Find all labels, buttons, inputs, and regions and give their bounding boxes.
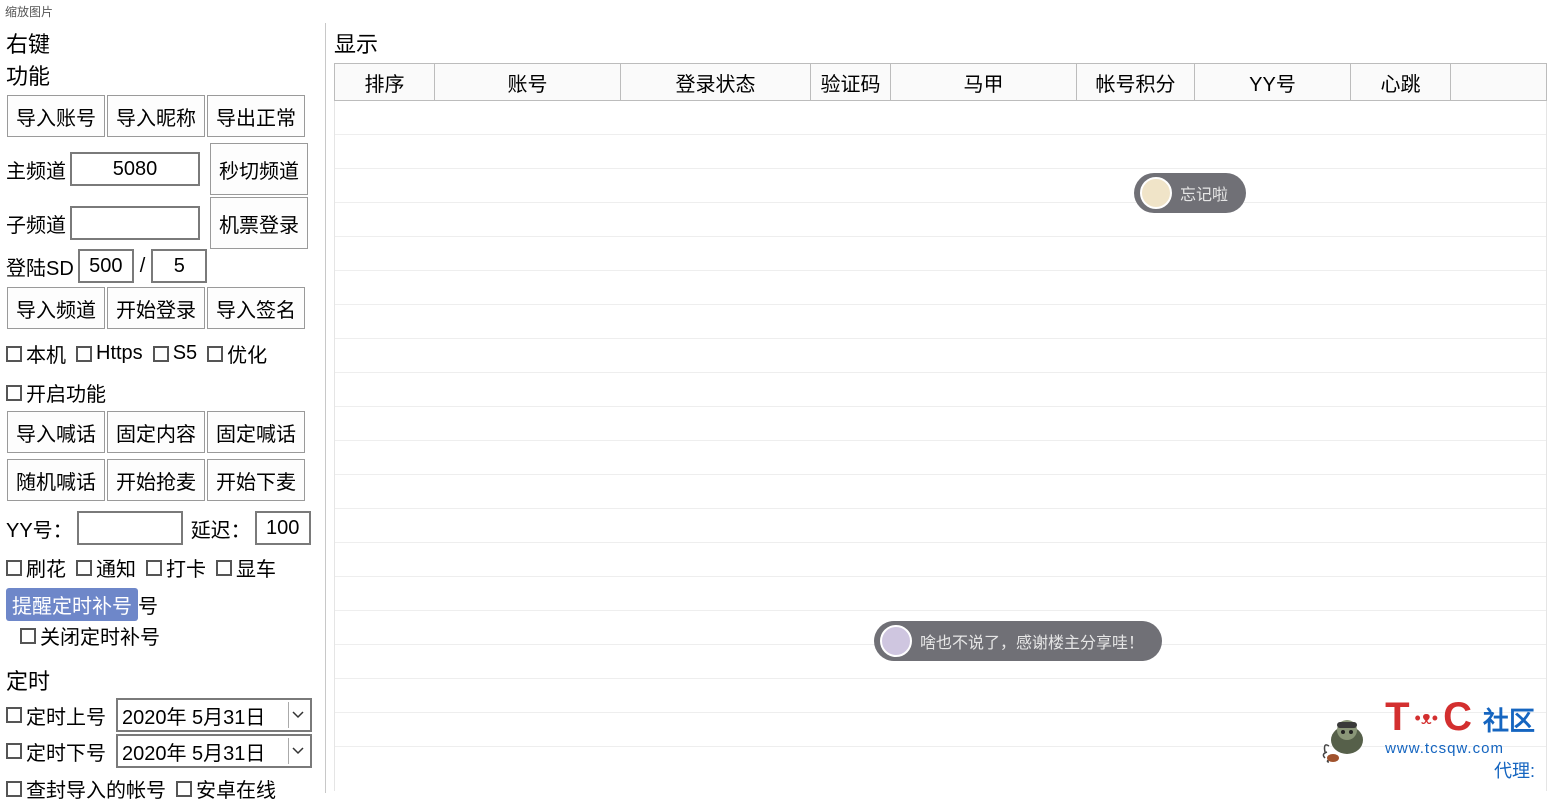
chat-bubble-2: 啥也不说了，感谢楼主分享哇！ — [874, 621, 1162, 661]
table-row — [335, 407, 1546, 441]
logo-paw-icon: •ᴥ• — [1415, 708, 1439, 728]
chk-timer-on[interactable]: 定时上号 — [6, 701, 106, 730]
yy-input[interactable] — [77, 511, 183, 545]
start-drop-mic-button[interactable]: 开始下麦 — [207, 459, 305, 501]
sub-channel-label: 子频道 — [6, 209, 66, 238]
mascot-icon — [1317, 712, 1377, 767]
fixed-shout-button[interactable]: 固定喊话 — [207, 411, 305, 453]
table-row — [335, 203, 1546, 237]
table-row — [335, 475, 1546, 509]
logo-t: T — [1385, 695, 1409, 739]
logo-url: www.tcsqw.com — [1385, 740, 1535, 757]
timer-on-date-select[interactable]: 2020年 5月31日 — [116, 698, 312, 732]
table-row — [335, 373, 1546, 407]
export-normal-button[interactable]: 导出正常 — [207, 95, 305, 137]
login-sd-input-1[interactable] — [78, 249, 134, 283]
timer-heading: 定时 — [6, 664, 319, 696]
chk-enable-function[interactable]: 开启功能 — [6, 378, 106, 407]
main-channel-label: 主频道 — [6, 155, 66, 184]
left-panel: 右键 功能 导入账号 导入昵称 导出正常 主频道 秒切频道 子频道 机票登录 登… — [0, 23, 326, 793]
import-nickname-button[interactable]: 导入昵称 — [107, 95, 205, 137]
th-sort[interactable]: 排序 — [335, 64, 435, 100]
chk-xianche[interactable]: 显车 — [216, 553, 276, 582]
import-shout-button[interactable]: 导入喊话 — [7, 411, 105, 453]
chk-close-timer-refill[interactable]: 关闭定时补号 — [20, 621, 160, 650]
timer-off-date-select[interactable]: 2020年 5月31日 — [116, 734, 312, 768]
logo-cn: 社区 — [1483, 706, 1535, 736]
main-channel-input[interactable] — [70, 152, 200, 186]
chk-daka[interactable]: 打卡 — [146, 553, 206, 582]
table-row — [335, 543, 1546, 577]
table-row — [335, 339, 1546, 373]
import-account-button[interactable]: 导入账号 — [7, 95, 105, 137]
import-channel-button[interactable]: 导入频道 — [7, 287, 105, 329]
fixed-content-button[interactable]: 固定内容 — [107, 411, 205, 453]
timer-refill-highlighted[interactable]: 提醒定时补号 — [6, 588, 138, 621]
table-row — [335, 509, 1546, 543]
table-row — [335, 577, 1546, 611]
th-captcha[interactable]: 验证码 — [811, 64, 891, 100]
display-heading: 显示 — [334, 27, 1547, 59]
th-extra — [1451, 64, 1546, 100]
random-shout-button[interactable]: 随机喊话 — [7, 459, 105, 501]
ticket-login-button[interactable]: 机票登录 — [210, 197, 308, 249]
chevron-down-icon[interactable] — [288, 738, 306, 764]
chk-timer-off[interactable]: 定时下号 — [6, 737, 106, 766]
chk-notify[interactable]: 通知 — [76, 553, 136, 582]
chevron-down-icon[interactable] — [288, 702, 306, 728]
table-header: 排序 账号 登录状态 验证码 马甲 帐号积分 YY号 心跳 — [334, 63, 1547, 101]
login-sd-input-2[interactable] — [151, 249, 207, 283]
chk-shuahua[interactable]: 刷花 — [6, 553, 66, 582]
th-yy[interactable]: YY号 — [1195, 64, 1351, 100]
table-row — [335, 169, 1546, 203]
chk-https[interactable]: Https — [76, 342, 143, 365]
chk-local[interactable]: 本机 — [6, 339, 66, 368]
start-grab-mic-button[interactable]: 开始抢麦 — [107, 459, 205, 501]
table-row — [335, 135, 1546, 169]
logo-daili: 代理: — [1385, 757, 1535, 783]
delay-label: 延迟： — [191, 514, 251, 543]
th-account[interactable]: 账号 — [435, 64, 621, 100]
avatar-icon — [1140, 177, 1172, 209]
refill-suffix: 号 — [138, 590, 158, 619]
watermark-logo: T •ᴥ• C 社区 www.tcsqw.com 代理: — [1317, 695, 1535, 783]
delay-input[interactable] — [255, 511, 311, 545]
th-majia[interactable]: 马甲 — [891, 64, 1077, 100]
chat-bubble-1: 忘记啦 — [1134, 173, 1246, 213]
logo-c: C — [1443, 695, 1472, 739]
table-row — [335, 441, 1546, 475]
login-sd-label: 登陆SD — [6, 252, 74, 281]
yy-label: YY号： — [6, 514, 73, 543]
table-row — [335, 237, 1546, 271]
th-heartbeat[interactable]: 心跳 — [1351, 64, 1451, 100]
th-login-status[interactable]: 登录状态 — [621, 64, 811, 100]
login-sd-sep: / — [140, 255, 146, 278]
switch-channel-button[interactable]: 秒切频道 — [210, 143, 308, 195]
chk-optimize[interactable]: 优化 — [207, 339, 267, 368]
sub-channel-input[interactable] — [70, 206, 200, 240]
start-login-button[interactable]: 开始登录 — [107, 287, 205, 329]
th-points[interactable]: 帐号积分 — [1077, 64, 1195, 100]
function-heading: 功能 — [6, 59, 319, 91]
table-row — [335, 271, 1546, 305]
right-panel: 显示 排序 账号 登录状态 验证码 马甲 帐号积分 YY号 心跳 — [326, 23, 1555, 793]
avatar-icon — [880, 625, 912, 657]
right-click-heading: 右键 — [6, 27, 319, 59]
chk-s5[interactable]: S5 — [153, 342, 197, 365]
table-row — [335, 101, 1546, 135]
window-title: 缩放图片 — [0, 0, 1555, 23]
table-row — [335, 305, 1546, 339]
table-body — [334, 101, 1547, 791]
import-signature-button[interactable]: 导入签名 — [207, 287, 305, 329]
